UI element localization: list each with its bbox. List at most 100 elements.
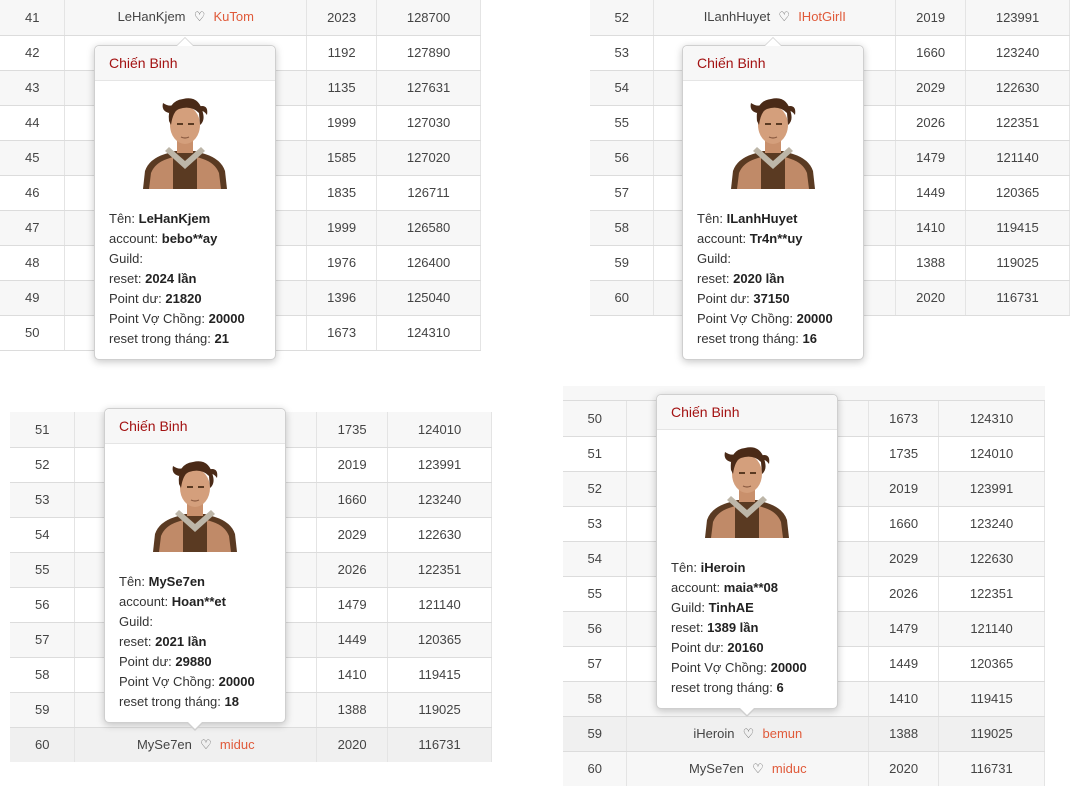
reset-cell: 2029 (895, 70, 967, 106)
rank-cell: 47 (0, 210, 66, 246)
partner-name-link[interactable]: miduc (220, 737, 255, 752)
info-value: 20160 (727, 640, 764, 655)
point-cell: 121140 (965, 140, 1070, 176)
point-cell: 127030 (376, 105, 481, 141)
table-row: 41 LeHanKjem ♡ KuTom 2023 128700 (0, 0, 481, 36)
heart-icon: ♡ (200, 736, 212, 752)
info-line: Point dư: 21820 (109, 289, 261, 309)
reset-cell: 1388 (316, 692, 389, 728)
rank-cell: 58 (563, 681, 628, 717)
info-line: account: bebo**ay (109, 229, 261, 249)
info-value: 2020 lần (733, 271, 785, 286)
info-label: Point Vợ Chồng: (697, 311, 797, 326)
table-row: 60 MySe7en ♡ miduc 2020 116731 (10, 727, 492, 762)
character-popup: Chiến Binh Tên: MySe7en account: Hoan**et G… (104, 408, 286, 731)
reset-cell: 2026 (316, 552, 389, 588)
info-value: 2024 lần (145, 271, 197, 286)
point-cell: 127890 (376, 35, 481, 71)
point-cell: 126400 (376, 245, 481, 281)
reset-cell: 1835 (306, 175, 378, 211)
point-cell: 126580 (376, 210, 481, 246)
point-cell: 124310 (938, 401, 1045, 437)
reset-cell: 1479 (316, 587, 389, 623)
rank-cell: 45 (0, 140, 66, 176)
reset-cell: 1479 (868, 611, 940, 647)
character-name-link[interactable]: MySe7en (689, 761, 744, 776)
rank-cell: 56 (563, 611, 628, 647)
heart-icon: ♡ (742, 725, 755, 741)
info-line: account: maia**08 (671, 578, 823, 598)
info-value: 1389 lần (707, 620, 759, 635)
reset-cell: 1410 (895, 210, 967, 246)
popup-info: Tên: iHeroin account: maia**08 Guild: Tinh… (657, 558, 837, 708)
character-name-link[interactable]: LeHanKjem (118, 9, 186, 24)
info-value: 37150 (753, 291, 790, 306)
info-label: reset trong tháng: (119, 694, 225, 709)
character-avatar (701, 440, 793, 538)
info-line: Point Vợ Chồng: 20000 (671, 658, 823, 678)
info-line: account: Hoan**et (119, 592, 271, 612)
info-line: Tên: LeHanKjem (109, 209, 261, 229)
info-label: Point Vợ Chồng: (119, 674, 219, 689)
reset-cell: 2026 (868, 576, 940, 612)
info-label: Point dư: (119, 654, 176, 669)
couple-cell: LeHanKjem ♡ KuTom (64, 0, 308, 36)
point-cell: 116731 (965, 280, 1070, 316)
reset-cell: 2019 (316, 447, 389, 483)
info-line: Guild: (119, 612, 271, 632)
point-cell: 122351 (938, 576, 1045, 612)
reset-cell: 1388 (895, 245, 967, 281)
partner-name-link[interactable]: miduc (772, 761, 807, 776)
info-label: Guild: (109, 251, 143, 266)
info-label: reset: (697, 271, 734, 286)
info-line: Point dư: 37150 (697, 289, 849, 309)
point-cell: 123240 (387, 482, 492, 518)
info-value: ILanhHuyet (726, 211, 798, 226)
couple-cell: MySe7en ♡ miduc (626, 751, 870, 786)
character-name-link[interactable]: MySe7en (137, 737, 192, 752)
point-cell: 123991 (387, 447, 492, 483)
partner-name-link[interactable]: IHotGirlI (798, 9, 846, 24)
popup-class-title: Chiến Binh (657, 395, 837, 430)
point-cell: 123991 (938, 471, 1045, 507)
point-cell: 124310 (376, 315, 481, 351)
info-line: Tên: MySe7en (119, 572, 271, 592)
rank-cell: 52 (563, 471, 628, 507)
rank-cell: 58 (590, 210, 655, 246)
reset-cell: 1396 (306, 280, 378, 316)
info-value: 2021 lần (155, 634, 207, 649)
reset-cell: 1449 (316, 622, 389, 658)
reset-cell: 2019 (895, 0, 967, 36)
rank-cell: 53 (10, 482, 76, 518)
point-cell: 119415 (938, 681, 1045, 717)
info-label: Tên: (697, 211, 727, 226)
rank-cell: 44 (0, 105, 66, 141)
point-cell: 123991 (965, 0, 1070, 36)
rank-cell: 60 (10, 727, 76, 762)
info-line: Tên: iHeroin (671, 558, 823, 578)
point-cell: 119025 (387, 692, 492, 728)
rank-cell: 50 (563, 401, 628, 437)
reset-cell: 1449 (868, 646, 940, 682)
rank-cell: 59 (590, 245, 655, 281)
reset-cell: 2020 (316, 727, 389, 762)
info-label: reset trong tháng: (697, 331, 803, 346)
point-cell: 124010 (387, 412, 492, 448)
table-row: 60 MySe7en ♡ miduc 2020 116731 (563, 751, 1045, 786)
reset-cell: 1135 (306, 70, 378, 106)
character-name-link[interactable]: ILanhHuyet (704, 9, 771, 24)
partner-name-link[interactable]: KuTom (214, 9, 254, 24)
rank-cell: 46 (0, 175, 66, 211)
rank-cell: 54 (563, 541, 628, 577)
character-popup: Chiến Binh Tên: iHeroin account: maia**08 G… (656, 394, 838, 717)
rank-cell: 53 (563, 506, 628, 542)
point-cell: 122351 (965, 105, 1070, 141)
character-name-link[interactable]: iHeroin (693, 726, 734, 741)
reset-cell: 2020 (895, 280, 967, 316)
info-line: Point dư: 20160 (671, 638, 823, 658)
reset-cell: 1410 (868, 681, 940, 717)
point-cell: 120365 (965, 175, 1070, 211)
partner-name-link[interactable]: bemun (763, 726, 803, 741)
rank-cell: 54 (590, 70, 655, 106)
rank-cell: 60 (590, 280, 655, 316)
